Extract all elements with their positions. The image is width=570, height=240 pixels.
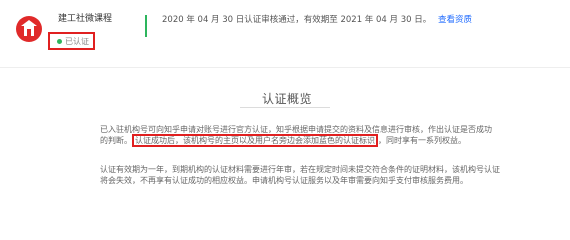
org-logo: [15, 15, 43, 43]
paragraph-1-line-2: 的判断。 认证成功后，该机构号的主页以及用户名旁边会添加蓝色的认证标识 ，同时享有一…: [100, 134, 500, 147]
overview-paragraph-1: 已入驻机构号可向知乎申请对账号进行官方认证，知乎根据申请提交的资料及信息进行审核…: [100, 124, 500, 147]
org-logo-icon: [16, 16, 42, 42]
certified-badge-label: 已认证: [65, 36, 89, 46]
paragraph-2-line-1: 认证有效期为一年，到期机构的认证材料需要进行年审，若在规定时间未提交符合条件的证…: [100, 165, 500, 174]
header-divider: [0, 67, 570, 68]
highlighted-certification-text: 认证成功后，该机构号的主页以及用户名旁边会添加蓝色的认证标识: [132, 134, 378, 147]
status-dot-icon: [57, 38, 62, 44]
view-qualification-link[interactable]: 查看资质: [438, 15, 472, 25]
section-title: 认证概览: [262, 92, 313, 106]
paragraph-1-suffix: ，同时享有一系列权益。: [378, 136, 466, 145]
overview-paragraph-2: 认证有效期为一年，到期机构的认证材料需要进行年审，若在规定时间未提交符合条件的证…: [100, 164, 500, 186]
paragraph-2-line-2: 将会失效，不再享有认证成功的相应权益。申请机构号认证服务以及年审需要向知乎支付审…: [100, 176, 468, 185]
paragraph-1-prefix: 的判断。: [100, 136, 132, 145]
section-title-underline: [240, 107, 330, 108]
certification-notice-text: 2020 年 04 月 30 日认证审核通过，有效期至 2021 年 04 月 …: [162, 15, 432, 25]
notice-accent-bar: [145, 15, 147, 37]
org-name: 建工社微课程: [58, 14, 113, 24]
certification-notice: 2020 年 04 月 30 日认证审核通过，有效期至 2021 年 04 月 …: [162, 13, 472, 25]
certified-badge: 已认证: [48, 32, 95, 50]
